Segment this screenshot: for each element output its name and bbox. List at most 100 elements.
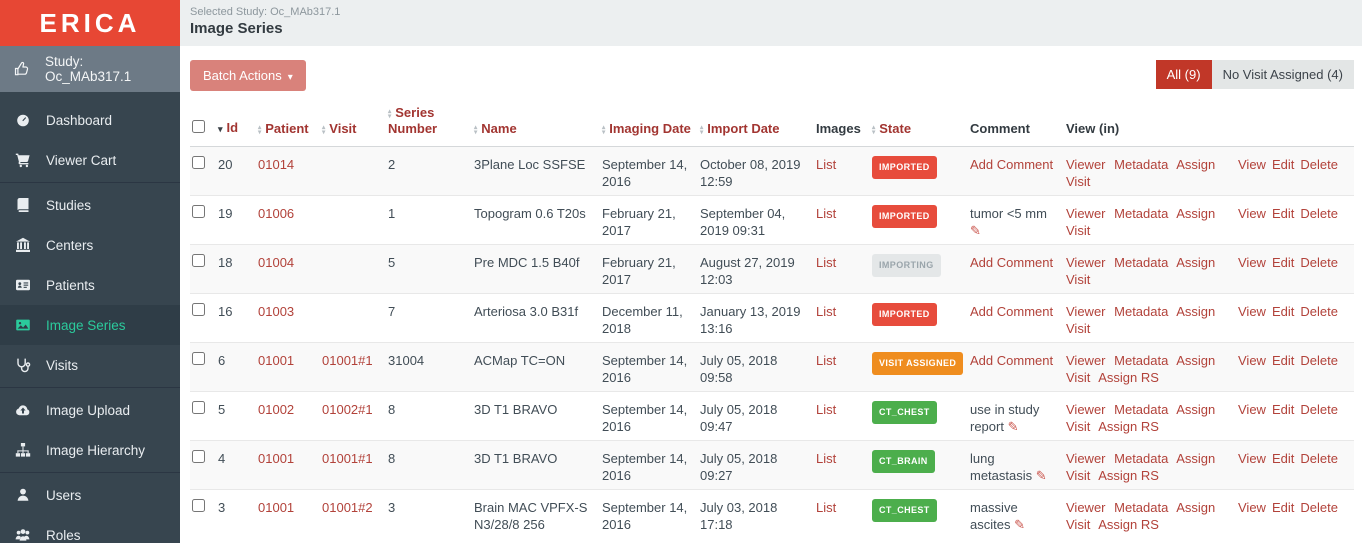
view-in-viewer-link[interactable]: Viewer [1066, 157, 1106, 172]
images-list-link[interactable]: List [816, 451, 836, 466]
view-in-viewer-link[interactable]: Viewer [1066, 451, 1106, 466]
column-name[interactable]: ▴ ▾ Name [472, 99, 600, 147]
view-link[interactable]: View [1238, 255, 1266, 270]
view-in-metadata-link[interactable]: Metadata [1114, 206, 1168, 221]
view-in-metadata-link[interactable]: Metadata [1114, 255, 1168, 270]
edit-comment-pencil-icon[interactable]: ✎ [1008, 419, 1019, 434]
edit-link[interactable]: Edit [1272, 255, 1294, 270]
images-list-link[interactable]: List [816, 304, 836, 319]
batch-actions-button[interactable]: Batch Actions ▾ [190, 60, 306, 91]
view-in-viewer-link[interactable]: Viewer [1066, 304, 1106, 319]
visit-link[interactable]: 01001#1 [322, 353, 373, 368]
edit-link[interactable]: Edit [1272, 402, 1294, 417]
view-in-viewer-link[interactable]: Viewer [1066, 255, 1106, 270]
column-state[interactable]: ▴ ▾ State [870, 99, 968, 147]
view-in-assign-rs-link[interactable]: Assign RS [1098, 370, 1159, 385]
edit-link[interactable]: Edit [1272, 304, 1294, 319]
edit-comment-pencil-icon[interactable]: ✎ [1014, 517, 1025, 532]
delete-link[interactable]: Delete [1300, 304, 1338, 319]
row-checkbox[interactable] [192, 205, 205, 218]
sidebar-item-patients[interactable]: Patients [0, 265, 180, 305]
delete-link[interactable]: Delete [1300, 206, 1338, 221]
visit-link[interactable]: 01002#1 [322, 402, 373, 417]
images-list-link[interactable]: List [816, 402, 836, 417]
patient-link[interactable]: 01001 [258, 500, 294, 515]
row-checkbox[interactable] [192, 156, 205, 169]
view-in-metadata-link[interactable]: Metadata [1114, 304, 1168, 319]
column-patient[interactable]: ▴ ▾ Patient [256, 99, 320, 147]
images-list-link[interactable]: List [816, 206, 836, 221]
visit-link[interactable]: 01001#1 [322, 451, 373, 466]
add-comment-link[interactable]: Add Comment [970, 304, 1053, 319]
images-list-link[interactable]: List [816, 500, 836, 515]
patient-link[interactable]: 01003 [258, 304, 294, 319]
sidebar-item-image-series[interactable]: Image Series [0, 305, 180, 345]
view-in-viewer-link[interactable]: Viewer [1066, 500, 1106, 515]
column-series-number[interactable]: ▴ ▾ Series Number [386, 99, 472, 147]
delete-link[interactable]: Delete [1300, 255, 1338, 270]
sidebar-item-dashboard[interactable]: Dashboard [0, 100, 180, 140]
view-in-viewer-link[interactable]: Viewer [1066, 402, 1106, 417]
view-in-metadata-link[interactable]: Metadata [1114, 353, 1168, 368]
row-checkbox[interactable] [192, 401, 205, 414]
view-in-assign-rs-link[interactable]: Assign RS [1098, 517, 1159, 532]
delete-link[interactable]: Delete [1300, 402, 1338, 417]
view-in-viewer-link[interactable]: Viewer [1066, 353, 1106, 368]
edit-link[interactable]: Edit [1272, 353, 1294, 368]
view-link[interactable]: View [1238, 402, 1266, 417]
tab-no-visit-assigned-4-[interactable]: No Visit Assigned (4) [1211, 60, 1354, 89]
column-import-date[interactable]: ▴ ▾ Import Date [698, 99, 814, 147]
edit-link[interactable]: Edit [1272, 500, 1294, 515]
sidebar-item-viewer-cart[interactable]: Viewer Cart [0, 140, 180, 180]
delete-link[interactable]: Delete [1300, 451, 1338, 466]
patient-link[interactable]: 01004 [258, 255, 294, 270]
sidebar-item-visits[interactable]: Visits [0, 345, 180, 385]
delete-link[interactable]: Delete [1300, 353, 1338, 368]
add-comment-link[interactable]: Add Comment [970, 157, 1053, 172]
add-comment-link[interactable]: Add Comment [970, 353, 1053, 368]
edit-link[interactable]: Edit [1272, 157, 1294, 172]
view-in-assign-rs-link[interactable]: Assign RS [1098, 419, 1159, 434]
sidebar-item-users[interactable]: Users [0, 475, 180, 515]
view-link[interactable]: View [1238, 451, 1266, 466]
sidebar-item-image-hierarchy[interactable]: Image Hierarchy [0, 430, 180, 470]
row-checkbox[interactable] [192, 254, 205, 267]
delete-link[interactable]: Delete [1300, 500, 1338, 515]
images-list-link[interactable]: List [816, 353, 836, 368]
edit-comment-pencil-icon[interactable]: ✎ [1036, 468, 1047, 483]
tab-all-9-[interactable]: All (9) [1155, 60, 1212, 89]
sidebar-item-roles[interactable]: Roles [0, 515, 180, 543]
edit-comment-pencil-icon[interactable]: ✎ [970, 223, 981, 238]
patient-link[interactable]: 01014 [258, 157, 294, 172]
patient-link[interactable]: 01001 [258, 451, 294, 466]
view-link[interactable]: View [1238, 500, 1266, 515]
view-in-viewer-link[interactable]: Viewer [1066, 206, 1106, 221]
column-id[interactable]: ▾ Id [216, 99, 256, 147]
sidebar-item-image-upload[interactable]: Image Upload [0, 390, 180, 430]
view-link[interactable]: View [1238, 353, 1266, 368]
images-list-link[interactable]: List [816, 255, 836, 270]
row-checkbox[interactable] [192, 499, 205, 512]
edit-link[interactable]: Edit [1272, 206, 1294, 221]
view-in-assign-rs-link[interactable]: Assign RS [1098, 468, 1159, 483]
select-all-checkbox[interactable] [192, 120, 205, 133]
view-in-metadata-link[interactable]: Metadata [1114, 157, 1168, 172]
sidebar-item-studies[interactable]: Studies [0, 185, 180, 225]
patient-link[interactable]: 01001 [258, 353, 294, 368]
view-in-metadata-link[interactable]: Metadata [1114, 500, 1168, 515]
edit-link[interactable]: Edit [1272, 451, 1294, 466]
view-in-metadata-link[interactable]: Metadata [1114, 451, 1168, 466]
row-checkbox[interactable] [192, 352, 205, 365]
images-list-link[interactable]: List [816, 157, 836, 172]
patient-link[interactable]: 01002 [258, 402, 294, 417]
row-checkbox[interactable] [192, 450, 205, 463]
visit-link[interactable]: 01001#2 [322, 500, 373, 515]
view-in-metadata-link[interactable]: Metadata [1114, 402, 1168, 417]
column-imaging-date[interactable]: ▴ ▾ Imaging Date [600, 99, 698, 147]
patient-link[interactable]: 01006 [258, 206, 294, 221]
sidebar-item-study[interactable]: Study: Oc_MAb317.1 [0, 46, 180, 92]
row-checkbox[interactable] [192, 303, 205, 316]
view-link[interactable]: View [1238, 304, 1266, 319]
delete-link[interactable]: Delete [1300, 157, 1338, 172]
view-link[interactable]: View [1238, 157, 1266, 172]
